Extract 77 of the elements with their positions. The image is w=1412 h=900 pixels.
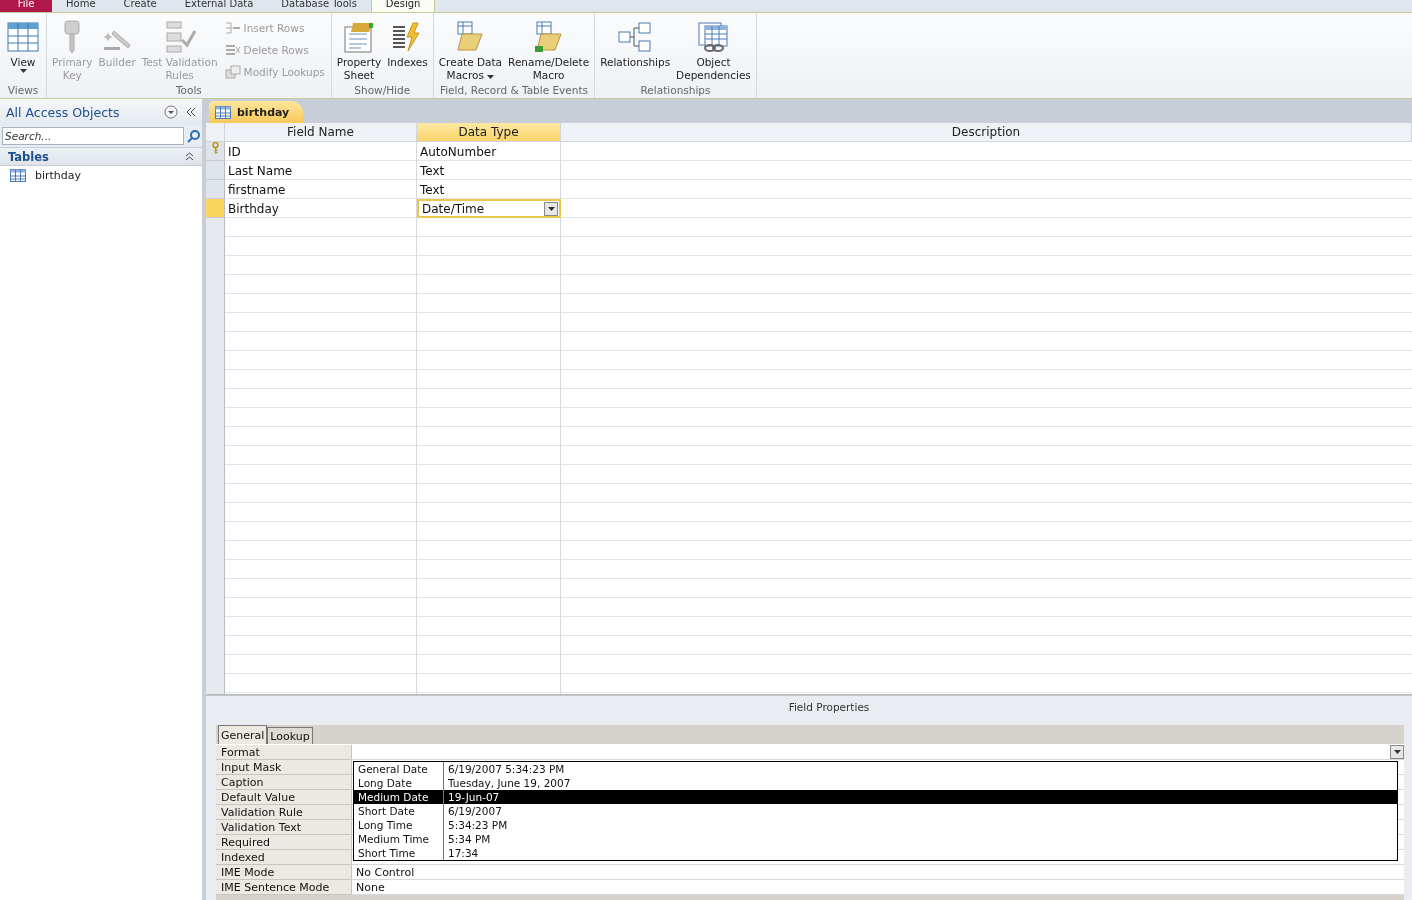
lookup-icon (224, 64, 241, 79)
ribbon-button[interactable]: Indexes (385, 16, 430, 84)
row-selector[interactable] (206, 199, 225, 218)
row-selector[interactable] (206, 161, 225, 180)
checklist-icon (163, 20, 196, 54)
property-label: IME Mode (216, 865, 351, 880)
property-label: Caption (216, 775, 351, 790)
group-label: Field, Record & Table Events (438, 84, 589, 98)
ribbon-button[interactable]: Create Data Macros (436, 16, 505, 84)
row-selector[interactable] (206, 180, 225, 199)
property-tab[interactable]: General (218, 725, 268, 744)
delete-rows-icon (224, 43, 241, 56)
caret-icon (1393, 750, 1401, 754)
ribbon-button[interactable]: Property Sheet (334, 16, 384, 84)
row-selector[interactable] (206, 142, 225, 161)
format-example: 19-Jun-07 (444, 790, 1397, 804)
document-tab[interactable]: birthday (209, 101, 304, 123)
property-label: Required (216, 835, 351, 850)
ribbon-tab[interactable]: Create (109, 0, 171, 12)
dropdown-icon[interactable] (164, 105, 178, 119)
table-cell-text: Text (419, 162, 446, 180)
property-tab[interactable]: Lookup (267, 727, 313, 744)
pane-title: All Access Objects (6, 104, 121, 120)
column-header: Description (561, 123, 1412, 142)
ribbon-button[interactable]: Rename/Delete Macro (506, 16, 592, 84)
ribbon-tab[interactable]: File (0, 0, 52, 12)
nav-item[interactable]: birthday (0, 166, 202, 185)
search-field[interactable]: Search... (2, 127, 184, 145)
caret-icon (487, 75, 495, 79)
ribbon-button[interactable]: Relationships (598, 16, 673, 84)
ribbon-button[interactable]: Object Dependencies (674, 16, 753, 84)
property-label: Input Mask (216, 760, 351, 775)
collapse-icon[interactable] (186, 107, 196, 117)
section-title: Field Properties (206, 695, 1412, 717)
ribbon-tab[interactable]: Design (370, 0, 436, 12)
property-label: Indexed (216, 850, 351, 865)
table-icon (7, 22, 39, 52)
column-header: Data Type (417, 123, 561, 142)
format-field[interactable] (351, 745, 1404, 760)
key-icon (63, 20, 82, 54)
data-type-dropdown[interactable]: Date/Time (417, 199, 561, 218)
ribbon-button[interactable]: View (3, 16, 43, 84)
caret-icon (547, 206, 555, 211)
format-option[interactable]: Medium Date (354, 790, 444, 804)
section-title: Tables (8, 149, 50, 164)
group-label: Show/Hide (353, 84, 412, 98)
table-cell-text: firstname (227, 181, 287, 199)
dependencies-icon (697, 21, 730, 53)
ribbon-tab[interactable]: Database Tools (267, 0, 371, 12)
table-cell-text: AutoNumber (419, 143, 498, 161)
search-icon[interactable] (187, 129, 200, 143)
group-label: Relationships (639, 84, 712, 98)
table-cell-text: Last Name (227, 162, 294, 180)
collapse-icon[interactable] (185, 152, 194, 161)
property-value[interactable]: No Control (351, 865, 1404, 880)
property-value[interactable]: None (351, 880, 1404, 895)
relationships-icon (618, 22, 653, 52)
macro-icon (532, 20, 565, 54)
group-label: Tools (174, 84, 203, 98)
table-cell-text: Birthday (227, 200, 280, 218)
key-icon (211, 142, 219, 154)
ribbon-tab[interactable]: External Data (170, 0, 268, 12)
caret-icon (19, 69, 27, 73)
group-label: Views (6, 84, 40, 98)
column-header: Field Name (225, 123, 417, 142)
property-sheet-icon (343, 21, 375, 53)
table-cell-text: Text (419, 181, 446, 199)
ribbon-tab[interactable]: Home (52, 0, 110, 12)
insert-rows-icon (224, 21, 241, 34)
property-label: Default Value (216, 790, 351, 805)
table-icon (10, 169, 26, 182)
property-label: Validation Text (216, 820, 351, 835)
property-label: Format (216, 745, 351, 760)
property-label: IME Sentence Mode (216, 880, 351, 895)
property-label: Validation Rule (216, 805, 351, 820)
table-cell-text: ID (227, 143, 242, 161)
table-icon (215, 105, 231, 119)
